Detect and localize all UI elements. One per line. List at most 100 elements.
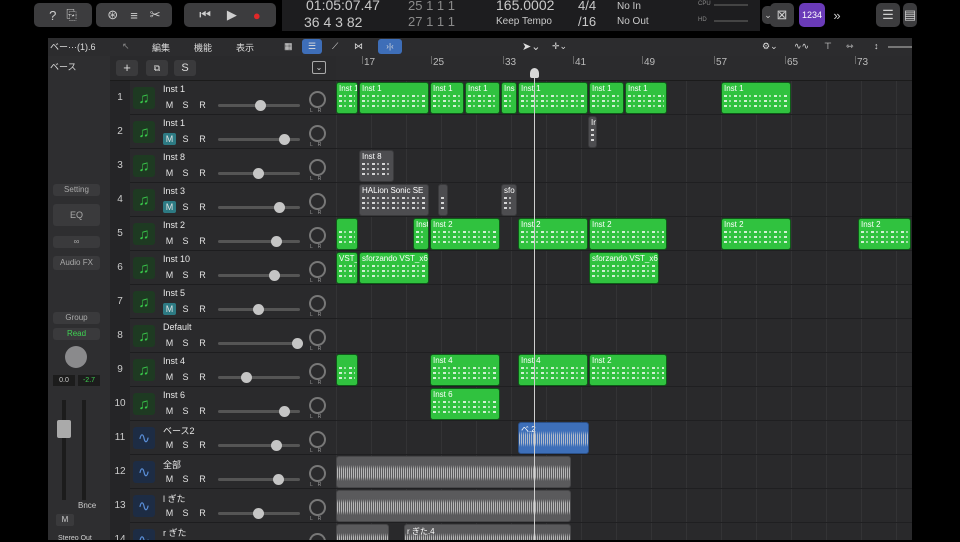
volume-fader-knob[interactable] bbox=[274, 202, 286, 213]
record-enable-button[interactable]: R bbox=[196, 133, 209, 145]
solo-button[interactable]: S bbox=[179, 473, 192, 485]
solo-button[interactable]: S bbox=[179, 269, 192, 281]
track-name[interactable]: Inst 4 bbox=[163, 356, 185, 366]
division-display[interactable]: /16 bbox=[578, 14, 596, 29]
bar-ruler[interactable]: 17 25 33 41 49 57 65 73 bbox=[336, 56, 912, 81]
midi-region[interactable] bbox=[336, 354, 358, 386]
mute-button[interactable]: M bbox=[163, 337, 176, 349]
pan-knob[interactable] bbox=[309, 431, 326, 448]
music-note-icon[interactable]: ♫ bbox=[133, 223, 155, 245]
midi-region[interactable]: In bbox=[588, 116, 597, 148]
midi-region[interactable]: Inst 8 bbox=[359, 150, 394, 182]
mute-button[interactable]: M bbox=[163, 439, 176, 451]
midi-region[interactable]: Inst 2 bbox=[430, 218, 500, 250]
mute-button[interactable]: M bbox=[163, 405, 176, 417]
browser-icon[interactable]: ▤ bbox=[903, 3, 917, 27]
mute-button[interactable]: M bbox=[163, 167, 176, 179]
track-name[interactable]: Inst 2 bbox=[163, 220, 185, 230]
midi-region[interactable]: Inst 1 bbox=[336, 82, 358, 114]
tempo-display[interactable]: 165.0002 bbox=[496, 0, 554, 13]
collapse-icon[interactable]: ⌄ bbox=[312, 61, 326, 74]
automation-read-button[interactable]: Read bbox=[53, 328, 100, 340]
midi-region[interactable] bbox=[336, 218, 358, 250]
record-icon[interactable]: ● bbox=[253, 8, 261, 23]
view-menu[interactable]: 表示 bbox=[236, 41, 254, 54]
volume-fader-knob[interactable] bbox=[292, 338, 304, 349]
list-view-icon[interactable]: ☰ bbox=[302, 39, 322, 54]
record-enable-button[interactable]: R bbox=[196, 405, 209, 417]
solo-button[interactable]: S bbox=[179, 337, 192, 349]
arrange-area[interactable]: Inst 1 Inst 1 Inst 1 Inst 1 Ins Inst 1 Inst 1 I… bbox=[336, 81, 912, 540]
music-note-icon[interactable]: ♫ bbox=[133, 189, 155, 211]
rewind-icon[interactable]: ⏮ bbox=[199, 7, 211, 23]
track-name[interactable]: 全部 bbox=[163, 458, 181, 471]
track-name[interactable]: l ぎた bbox=[163, 492, 186, 505]
playhead[interactable] bbox=[534, 70, 535, 540]
list-editor-icon[interactable]: ☰ bbox=[876, 3, 900, 27]
track-header[interactable]: 12 ∿ 全部 M S R LR bbox=[110, 455, 336, 489]
track-header[interactable]: 1 ♫ Inst 1 M S R LR bbox=[110, 81, 336, 115]
track-name[interactable]: Inst 6 bbox=[163, 390, 185, 400]
midi-region[interactable]: Inst 2 bbox=[589, 354, 667, 386]
track-lane[interactable] bbox=[336, 115, 912, 149]
track-lane[interactable] bbox=[336, 387, 912, 421]
setting-button[interactable]: Setting bbox=[53, 184, 100, 196]
music-note-icon[interactable]: ♫ bbox=[133, 359, 155, 381]
midi-region[interactable]: Inst 6 bbox=[430, 388, 500, 420]
library-icon[interactable]: ⎘ bbox=[66, 7, 76, 23]
help-icon[interactable]: ? bbox=[49, 8, 56, 23]
midi-region[interactable]: Inst 2 bbox=[721, 218, 791, 250]
record-enable-button[interactable]: R bbox=[196, 507, 209, 519]
music-note-icon[interactable]: ♫ bbox=[133, 155, 155, 177]
track-lane[interactable] bbox=[336, 285, 912, 319]
count-in-badge[interactable]: 1234 bbox=[799, 3, 825, 27]
volume-fader-knob[interactable] bbox=[253, 304, 265, 315]
functions-menu[interactable]: 機能 bbox=[194, 41, 212, 54]
track-header[interactable]: 9 ♫ Inst 4 M S R LR bbox=[110, 353, 336, 387]
midi-region[interactable]: HALion Sonic SE bbox=[359, 184, 429, 216]
midi-region[interactable]: sforzando VST_x6 bbox=[589, 252, 659, 284]
volume-fader-knob[interactable] bbox=[271, 440, 283, 451]
inspector-region-name[interactable]: ベー···(1).6 bbox=[48, 38, 110, 56]
track-name[interactable]: Default bbox=[163, 322, 192, 332]
audio-region[interactable] bbox=[336, 524, 389, 540]
pan-knob[interactable] bbox=[309, 363, 326, 380]
output-display[interactable]: No Out bbox=[617, 16, 649, 27]
music-note-icon[interactable]: ♫ bbox=[133, 393, 155, 415]
midi-region[interactable]: Inst 1 bbox=[589, 82, 624, 114]
track-name[interactable]: r ぎた bbox=[163, 526, 187, 539]
grid-view-icon[interactable]: ▦ bbox=[284, 41, 293, 52]
volume-fader[interactable] bbox=[218, 376, 300, 379]
midi-region[interactable]: Inst 1 bbox=[430, 82, 464, 114]
track-header[interactable]: 6 ♫ Inst 10 M S R LR bbox=[110, 251, 336, 285]
back-icon[interactable]: ↖ bbox=[122, 41, 130, 52]
input-display[interactable]: No In bbox=[617, 1, 641, 12]
audio-fx-button[interactable]: Audio FX bbox=[53, 256, 100, 270]
track-header[interactable]: 3 ♫ Inst 8 M S R LR bbox=[110, 149, 336, 183]
waveform-icon[interactable]: ∿ bbox=[133, 495, 155, 517]
midi-region[interactable]: Inst 4 bbox=[518, 354, 588, 386]
volume-fader-knob[interactable] bbox=[241, 372, 253, 383]
track-header[interactable]: 8 ♫ Default M S R LR bbox=[110, 319, 336, 353]
solo-button[interactable]: S bbox=[179, 303, 192, 315]
pan-knob[interactable] bbox=[309, 533, 326, 540]
playhead-handle[interactable] bbox=[530, 68, 539, 78]
volume-fader[interactable] bbox=[218, 274, 300, 277]
track-name[interactable]: Inst 1 bbox=[163, 84, 185, 94]
track-name[interactable]: Inst 3 bbox=[163, 186, 185, 196]
track-header[interactable]: 2 ♫ Inst 1 M S R LR bbox=[110, 115, 336, 149]
track-lane[interactable] bbox=[336, 421, 912, 455]
music-note-icon[interactable]: ♫ bbox=[133, 325, 155, 347]
volume-fader-handle[interactable] bbox=[57, 420, 71, 438]
duplicate-track-icon[interactable]: ⧉ bbox=[146, 60, 168, 76]
track-header[interactable]: 11 ∿ ベース2 M S R LR bbox=[110, 421, 336, 455]
secondary-tool-icon[interactable]: ✛⌄ bbox=[552, 41, 567, 52]
play-icon[interactable]: ▶ bbox=[227, 7, 237, 23]
track-header[interactable]: 7 ♫ Inst 5 M S R LR bbox=[110, 285, 336, 319]
midi-region[interactable]: Inst 2 bbox=[518, 218, 588, 250]
volume-fader-knob[interactable] bbox=[253, 168, 265, 179]
midi-region[interactable]: Inst 1 bbox=[625, 82, 667, 114]
volume-fader[interactable] bbox=[218, 240, 300, 243]
add-track-button[interactable]: + bbox=[116, 60, 138, 76]
midi-region[interactable]: sforzando VST_x6 bbox=[359, 252, 429, 284]
